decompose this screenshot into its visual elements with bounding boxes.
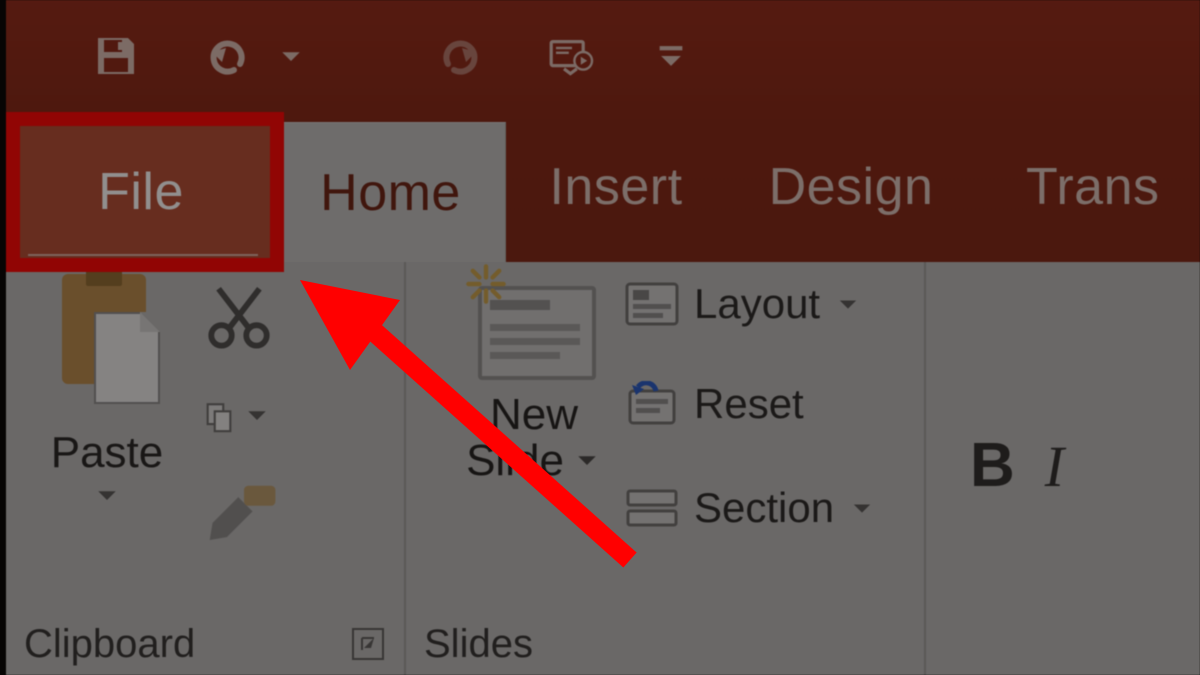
tab-insert-label: Insert [549, 157, 682, 217]
bold-button[interactable]: B [970, 430, 1015, 501]
new-slide-label-line1: New [444, 392, 624, 438]
layout-button[interactable]: Layout [624, 280, 862, 328]
title-bar [6, 0, 1200, 112]
group-clipboard: Paste Clipbo [6, 262, 406, 675]
tab-insert[interactable]: Insert [506, 112, 726, 262]
tab-design-label: Design [769, 157, 934, 217]
copy-button[interactable] [202, 382, 272, 452]
tab-file-label: File [98, 162, 184, 222]
section-icon [624, 485, 680, 531]
copy-icon [202, 394, 236, 440]
scissors-icon [204, 280, 274, 350]
save-icon[interactable] [86, 26, 146, 86]
reset-label: Reset [694, 380, 804, 428]
copy-dropdown-chevron-icon[interactable] [242, 400, 272, 435]
group-slides: New Slide Layout [406, 262, 926, 675]
paste-button[interactable]: Paste [32, 272, 182, 515]
tab-home[interactable]: Home [276, 122, 506, 262]
group-slides-label: Slides [424, 622, 533, 667]
paste-dropdown-chevron-icon[interactable] [92, 480, 122, 515]
paste-icon [52, 272, 162, 422]
format-painter-icon [204, 480, 284, 549]
tab-design[interactable]: Design [726, 112, 976, 262]
redo-icon[interactable] [430, 26, 490, 86]
new-slide-dropdown-chevron-icon[interactable] [572, 438, 602, 484]
tab-transitions[interactable]: Trans [976, 112, 1200, 262]
group-clipboard-label: Clipboard [24, 622, 195, 667]
section-dropdown-chevron-icon[interactable] [848, 484, 876, 532]
new-slide-label-line2: Slide [466, 438, 564, 484]
slideshow-from-beginning-icon[interactable] [542, 26, 602, 86]
new-slide-button[interactable]: New Slide [444, 268, 624, 484]
layout-icon [624, 281, 680, 327]
sparkle-icon [464, 262, 508, 306]
reset-icon [624, 381, 680, 427]
tab-file[interactable]: File [6, 122, 276, 262]
ribbon-tabs: File Home Insert Design Trans [6, 112, 1200, 262]
italic-button[interactable]: I [1045, 433, 1064, 500]
paste-label: Paste [32, 428, 182, 478]
customize-qat-chevron-icon[interactable] [654, 26, 688, 86]
undo-dropdown-chevron-icon[interactable] [276, 26, 306, 86]
layout-dropdown-chevron-icon[interactable] [834, 280, 862, 328]
app-window: File Home Insert Design Trans Paste [6, 0, 1200, 675]
section-button[interactable]: Section [624, 484, 876, 532]
layout-label: Layout [694, 280, 820, 328]
ribbon: Paste Clipbo [6, 262, 1200, 675]
tab-home-label: Home [320, 163, 461, 223]
group-font: B I [926, 262, 1200, 675]
undo-icon[interactable] [198, 26, 258, 86]
section-label: Section [694, 484, 834, 532]
cut-button[interactable] [204, 280, 274, 350]
format-painter-button[interactable] [204, 480, 284, 550]
new-slide-icon [464, 268, 604, 388]
clipboard-dialog-launcher-icon[interactable] [350, 626, 386, 662]
tab-transitions-label: Trans [1026, 157, 1160, 217]
reset-button[interactable]: Reset [624, 380, 804, 428]
